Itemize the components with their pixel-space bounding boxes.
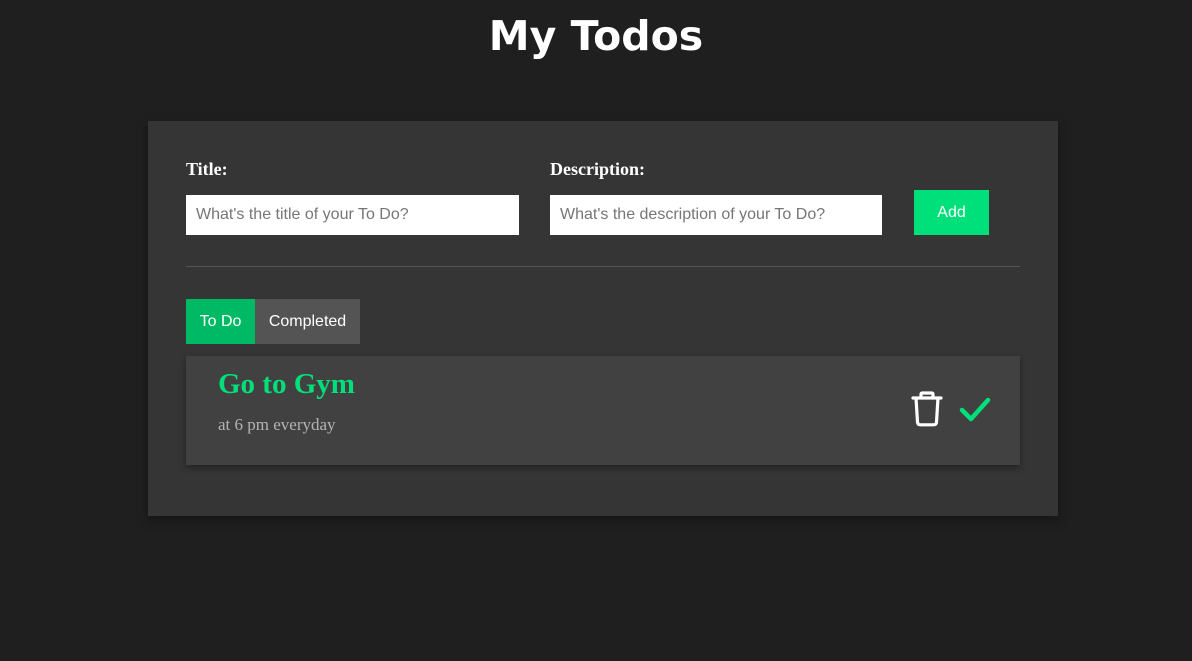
todo-title: Go to Gym bbox=[218, 368, 355, 400]
check-icon[interactable] bbox=[959, 395, 991, 423]
description-label: Description: bbox=[550, 159, 645, 179]
todo-item: Go to Gym at 6 pm everyday bbox=[186, 356, 1020, 465]
todo-panel: Title: Description: Add To Do Completed … bbox=[148, 121, 1058, 516]
trash-icon[interactable] bbox=[910, 391, 944, 427]
title-input[interactable] bbox=[186, 195, 519, 235]
divider bbox=[186, 266, 1020, 267]
page-title: My Todos bbox=[488, 12, 704, 60]
description-input[interactable] bbox=[550, 195, 882, 235]
todo-description: at 6 pm everyday bbox=[218, 415, 336, 434]
tab-todo[interactable]: To Do bbox=[186, 299, 255, 344]
add-button[interactable]: Add bbox=[914, 190, 989, 235]
tab-completed[interactable]: Completed bbox=[255, 299, 360, 344]
title-label: Title: bbox=[186, 159, 228, 179]
